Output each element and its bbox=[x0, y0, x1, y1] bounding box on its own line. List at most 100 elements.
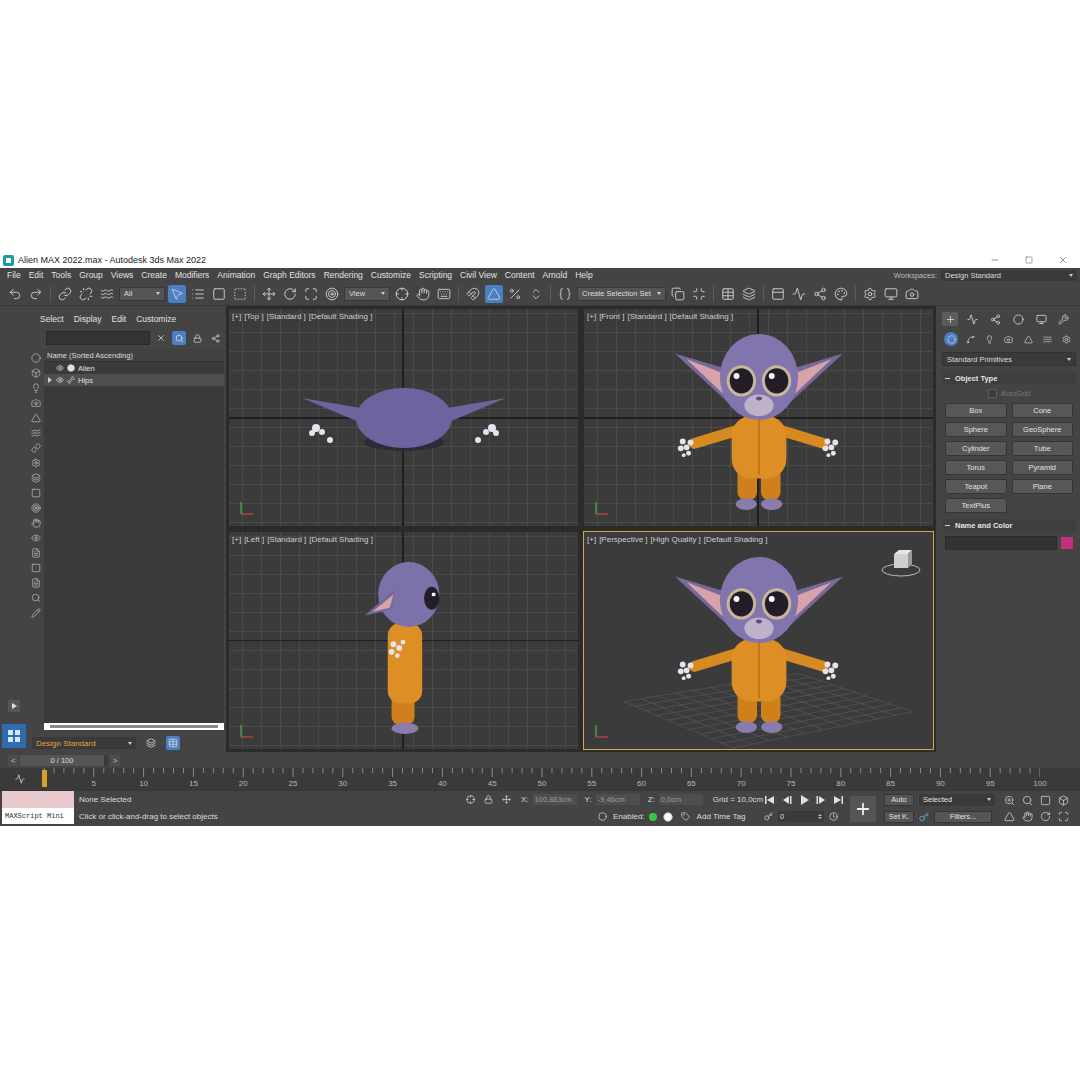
start-icon[interactable] bbox=[764, 794, 776, 806]
menu-item[interactable]: Views bbox=[107, 270, 138, 280]
filter-type-icon[interactable] bbox=[31, 368, 41, 378]
time-slider-track[interactable]: 0 / 100 bbox=[20, 755, 108, 766]
toolbar-button[interactable] bbox=[464, 285, 482, 303]
filter-type-icon[interactable] bbox=[31, 608, 41, 618]
toolbar-button[interactable] bbox=[6, 285, 24, 303]
horizontal-scrollbar[interactable] bbox=[44, 723, 224, 730]
navigation-icon[interactable] bbox=[1040, 811, 1051, 822]
toolbar-button[interactable] bbox=[231, 285, 249, 303]
toolbar-button[interactable] bbox=[506, 285, 524, 303]
category-button[interactable] bbox=[944, 332, 958, 346]
menu-item[interactable]: Tools bbox=[47, 270, 75, 280]
primitive-button[interactable]: GeoSphere bbox=[1012, 422, 1074, 437]
command-tab[interactable] bbox=[1033, 312, 1049, 326]
toolbar-button[interactable] bbox=[740, 285, 758, 303]
scene-tree-row[interactable]: Hips bbox=[44, 374, 224, 386]
toolbar-dropdown[interactable]: All bbox=[119, 287, 165, 301]
menu-item[interactable]: Content bbox=[501, 270, 539, 280]
primitive-button[interactable]: Teapot bbox=[945, 479, 1007, 494]
explorer-menu-item[interactable]: Select bbox=[35, 314, 69, 324]
filter-type-icon[interactable] bbox=[31, 593, 41, 603]
expand-button[interactable] bbox=[8, 700, 20, 712]
scene-explorer-button[interactable] bbox=[166, 736, 180, 750]
explorer-search-field[interactable] bbox=[46, 331, 150, 345]
scrollbar-thumb[interactable] bbox=[50, 725, 218, 728]
toolbar-button[interactable] bbox=[302, 285, 320, 303]
toolbar-button[interactable] bbox=[210, 285, 228, 303]
viewport-label-menu[interactable]: [+] bbox=[232, 535, 241, 544]
menu-item[interactable]: Scripting bbox=[415, 270, 456, 280]
current-frame-marker[interactable] bbox=[42, 770, 47, 787]
toolbar-button[interactable] bbox=[811, 285, 829, 303]
toolbar-button[interactable] bbox=[769, 285, 787, 303]
toolbar-button[interactable] bbox=[832, 285, 850, 303]
filter-type-icon[interactable] bbox=[31, 548, 41, 558]
toolbar-button[interactable] bbox=[882, 285, 900, 303]
toolbar-button[interactable] bbox=[435, 285, 453, 303]
command-tab[interactable] bbox=[1056, 312, 1072, 326]
key-mode-icon[interactable] bbox=[764, 812, 773, 821]
layer-explorer-button[interactable] bbox=[144, 736, 158, 750]
menu-item[interactable]: Rendering bbox=[320, 270, 367, 280]
viewport-label-menu[interactable]: [Default Shading ] bbox=[670, 312, 734, 321]
navigation-icon[interactable] bbox=[1058, 795, 1069, 806]
toolbar-button[interactable] bbox=[527, 285, 545, 303]
rollout-header[interactable]: Name and Color bbox=[942, 519, 1076, 531]
toolbar-button[interactable] bbox=[98, 285, 116, 303]
primitive-button[interactable]: Cone bbox=[1012, 403, 1074, 418]
filter-type-icon[interactable] bbox=[31, 533, 41, 543]
hierarchy-button[interactable] bbox=[208, 331, 222, 345]
menu-item[interactable]: Create bbox=[137, 270, 171, 280]
viewport-label-menu[interactable]: [Perspective ] bbox=[599, 535, 647, 544]
tree-column-header[interactable]: Name (Sorted Ascending) bbox=[44, 349, 224, 362]
filter-type-icon[interactable] bbox=[31, 503, 41, 513]
primitive-button[interactable]: Cylinder bbox=[945, 441, 1007, 456]
primitive-button[interactable]: Box bbox=[945, 403, 1007, 418]
auto-key-button[interactable]: Auto bbox=[884, 794, 914, 806]
navigation-icon[interactable] bbox=[1004, 795, 1015, 806]
menu-item[interactable]: Civil View bbox=[456, 270, 501, 280]
toolbar-button[interactable] bbox=[719, 285, 737, 303]
toolbar-button[interactable] bbox=[790, 285, 808, 303]
primitive-button[interactable]: Pyramid bbox=[1012, 460, 1074, 475]
filter-toggle[interactable] bbox=[172, 331, 186, 345]
rollout-header[interactable]: Object Type bbox=[942, 372, 1076, 384]
viewport-label-menu[interactable]: [Default Shading ] bbox=[309, 535, 373, 544]
toolbar-button[interactable] bbox=[189, 285, 207, 303]
filters-button[interactable]: Filters... bbox=[934, 811, 992, 823]
viewport[interactable]: [+][Top ][Standard ][Default Shading ] bbox=[228, 308, 579, 527]
curve-editor-toggle[interactable] bbox=[0, 768, 40, 790]
coordinate-field[interactable]: 100,883cm bbox=[533, 794, 577, 805]
toolbar-dropdown[interactable]: Create Selection Set bbox=[577, 287, 666, 301]
current-frame-field[interactable]: 0 bbox=[778, 811, 824, 822]
scene-tree-row[interactable]: Alien bbox=[44, 362, 224, 374]
navigation-icon[interactable] bbox=[1040, 795, 1051, 806]
toolbar-dropdown[interactable]: View bbox=[344, 287, 390, 301]
filter-type-icon[interactable] bbox=[31, 383, 41, 393]
category-button[interactable] bbox=[1002, 332, 1016, 346]
coordinate-field[interactable]: 0,0cm bbox=[659, 794, 703, 805]
filter-type-icon[interactable] bbox=[31, 413, 41, 423]
viewport-layout-button[interactable] bbox=[2, 724, 26, 748]
alien-model[interactable] bbox=[671, 543, 847, 739]
prev-icon[interactable] bbox=[781, 794, 793, 806]
previous-frame-button[interactable]: < bbox=[8, 755, 18, 766]
expand-toggle[interactable] bbox=[47, 377, 53, 383]
filter-type-icon[interactable] bbox=[31, 473, 41, 483]
navigation-icon[interactable] bbox=[1058, 811, 1069, 822]
object-color-swatch[interactable] bbox=[1061, 537, 1073, 549]
viewport[interactable]: [+][Front ][Standard ][Default Shading ] bbox=[583, 308, 934, 527]
toolbar-button[interactable] bbox=[168, 285, 186, 303]
primitive-button[interactable]: Plane bbox=[1012, 479, 1074, 494]
filter-type-icon[interactable] bbox=[31, 398, 41, 408]
menu-item[interactable]: Arnold bbox=[539, 270, 572, 280]
primitive-button[interactable]: TextPlus bbox=[945, 498, 1007, 513]
toolbar-button[interactable] bbox=[669, 285, 687, 303]
key-filter-icon[interactable] bbox=[919, 812, 929, 822]
workspace-dropdown[interactable]: Design Standard bbox=[941, 270, 1077, 281]
toolbar-button[interactable] bbox=[77, 285, 95, 303]
command-tab[interactable] bbox=[1010, 312, 1026, 326]
toolbar-button[interactable] bbox=[56, 285, 74, 303]
toolbar-button[interactable] bbox=[485, 285, 503, 303]
explorer-menu-item[interactable]: Display bbox=[69, 314, 107, 324]
